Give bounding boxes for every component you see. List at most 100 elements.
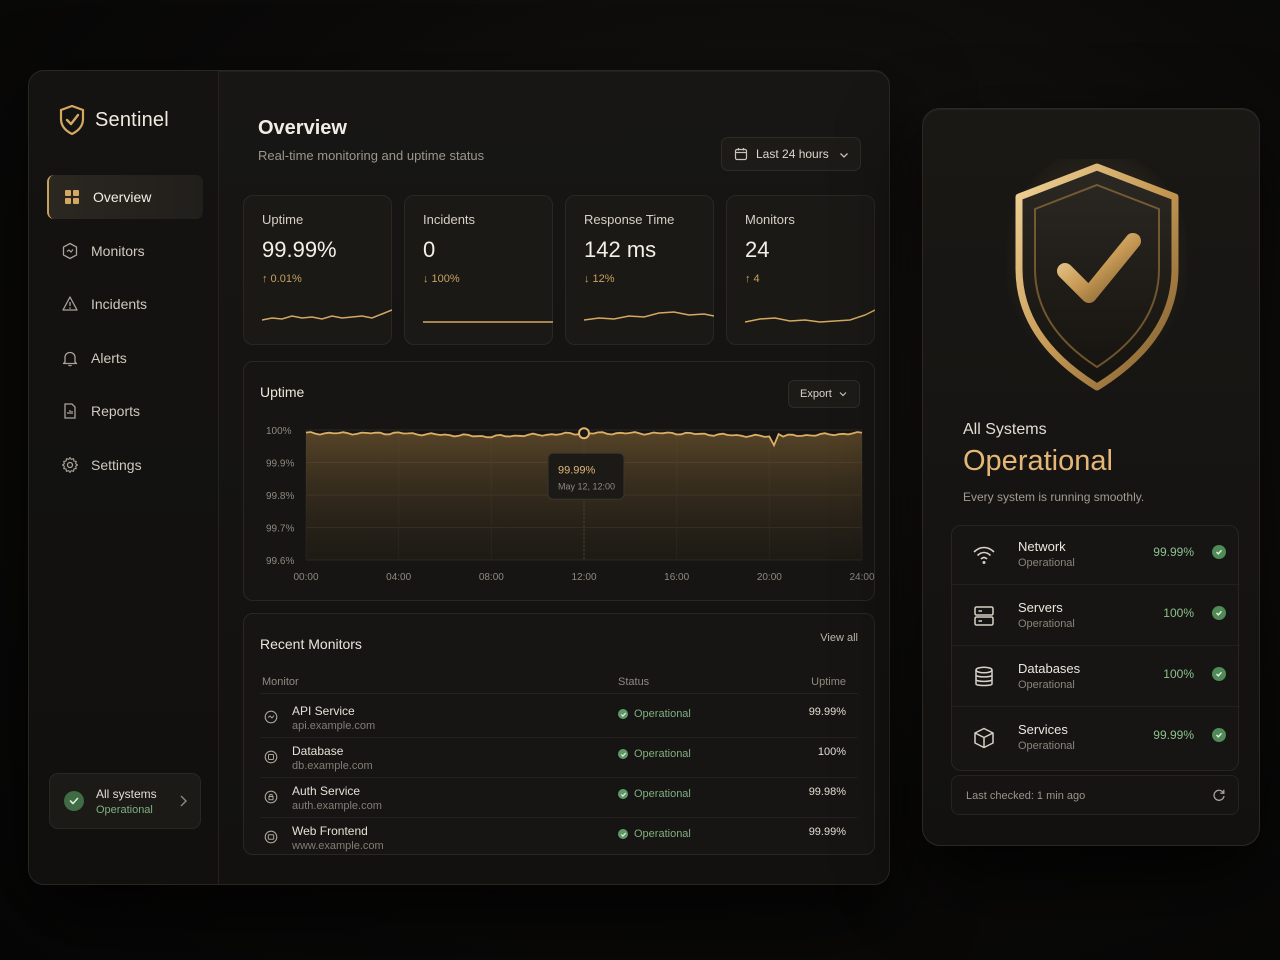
table-row[interactable]: Web Frontend www.example.com Operational… — [260, 818, 858, 858]
x-tick-label: 20:00 — [757, 572, 782, 583]
stat-delta: ↓ 12% — [584, 273, 615, 285]
stat-card-incidents[interactable]: Incidents 0 ↓ 100% — [404, 195, 553, 345]
service-uptime: 99.99% — [1153, 545, 1194, 559]
check-icon — [618, 829, 628, 839]
service-row-servers[interactable]: Servers Operational 100% — [952, 587, 1240, 646]
time-range-select[interactable]: Last 24 hours — [721, 137, 861, 171]
page-title: Overview — [258, 117, 347, 139]
service-name: Network — [1018, 539, 1066, 554]
check-icon — [1212, 667, 1226, 681]
sidebar-item-label: Overview — [93, 189, 152, 205]
check-icon — [1212, 606, 1226, 620]
y-tick-label: 100% — [266, 426, 292, 437]
stat-value: 142 ms — [584, 237, 657, 262]
service-name: Services — [1018, 722, 1068, 737]
y-tick-label: 99.7% — [266, 524, 294, 535]
sidebar-item-monitors[interactable]: Monitors — [47, 229, 203, 273]
uptime-value: 99.99% — [808, 706, 846, 718]
chart-tooltip: 99.99% May 12, 12:00 — [547, 452, 625, 500]
column-header-monitor[interactable]: Monitor — [262, 676, 299, 688]
time-range-label: Last 24 hours — [756, 147, 829, 161]
service-row-network[interactable]: Network Operational 99.99% — [952, 526, 1240, 585]
check-icon — [1212, 728, 1226, 742]
column-header-status[interactable]: Status — [618, 676, 649, 688]
database-icon — [264, 750, 278, 764]
highlight-point[interactable] — [578, 427, 590, 440]
table-row[interactable]: Database db.example.com Operational 100% — [260, 738, 858, 778]
uptime-chart[interactable]: 100% 99.9% 99.8% 99.7% 99.6% 00:00 04:00 08:00 1… — [244, 362, 876, 602]
x-tick-label: 24:00 — [849, 572, 874, 583]
stat-value: 0 — [423, 237, 436, 262]
sidebar-item-label: Incidents — [91, 296, 148, 312]
sidebar-item-incidents[interactable]: Incidents — [47, 282, 203, 326]
systems-subtitle: Every system is running smoothly. — [963, 490, 1145, 504]
table-row[interactable]: Auth Service auth.example.com Operationa… — [260, 778, 858, 818]
stat-label: Response Time — [584, 212, 675, 227]
table-row[interactable]: API Service api.example.com Operational … — [260, 698, 858, 738]
monitor-host: www.example.com — [292, 840, 384, 852]
status-text: Operational — [634, 828, 691, 840]
sidebar-item-settings[interactable]: Settings — [47, 443, 203, 487]
check-icon — [618, 709, 628, 719]
sparkline — [584, 311, 714, 321]
service-row-services[interactable]: Services Operational 99.99% — [952, 709, 1240, 768]
recent-monitors-panel: Recent Monitors View all Monitor Status … — [243, 613, 875, 855]
y-tick-label: 99.6% — [266, 556, 294, 567]
shield-check-icon — [1007, 159, 1187, 391]
check-circle-icon — [64, 791, 84, 811]
status-text: Operational — [634, 748, 691, 760]
stat-card-monitors[interactable]: Monitors 24 ↑ 4 — [726, 195, 875, 345]
brand[interactable]: Sentinel — [59, 105, 169, 135]
gear-icon — [61, 456, 79, 473]
services-list: Network Operational 99.99% Servers Opera… — [951, 525, 1240, 771]
system-status-card[interactable]: All systems Operational — [49, 773, 201, 829]
database-icon — [975, 666, 993, 687]
sidebar-item-alerts[interactable]: Alerts — [47, 336, 203, 380]
stat-card-response-time[interactable]: Response Time 142 ms ↓ 12% — [565, 195, 714, 345]
monitor-icon — [62, 242, 78, 259]
stat-card-uptime[interactable]: Uptime 99.99% ↑ 0.01% — [243, 195, 392, 345]
status-badge: Operational — [618, 708, 691, 720]
brand-name: Sentinel — [95, 108, 169, 131]
stat-delta: ↓ 100% — [423, 273, 460, 285]
service-status: Operational — [1018, 740, 1075, 752]
stat-value: 24 — [745, 237, 770, 262]
chevron-down-icon — [840, 153, 848, 158]
column-header-uptime[interactable]: Uptime — [811, 676, 846, 688]
sidebar: Sentinel Overview Monitors Incidents Ale… — [29, 71, 219, 884]
stat-delta: ↑ 0.01% — [262, 273, 302, 285]
sidebar-item-reports[interactable]: Reports — [47, 389, 203, 433]
sidebar-item-overview[interactable]: Overview — [47, 175, 203, 219]
service-uptime: 100% — [1163, 606, 1194, 620]
warning-icon — [62, 296, 78, 311]
status-text: Operational — [634, 788, 691, 800]
stats-row: Uptime 99.99% ↑ 0.01% Incidents 0 ↓ 100%… — [243, 195, 875, 345]
last-checked-text: Last checked: 1 min ago — [966, 790, 1086, 802]
service-status: Operational — [1018, 679, 1075, 691]
calendar-icon — [734, 148, 748, 161]
systems-label: All Systems — [963, 421, 1047, 438]
system-status-window: All Systems Operational Every system is … — [922, 108, 1260, 846]
x-tick-label: 16:00 — [664, 572, 689, 583]
shield-logo-icon — [59, 105, 85, 135]
systems-state: Operational — [963, 445, 1113, 477]
bell-icon — [62, 351, 78, 366]
check-icon — [1212, 545, 1226, 559]
service-uptime: 99.99% — [1153, 728, 1194, 742]
sidebar-item-label: Settings — [91, 456, 142, 473]
uptime-value: 100% — [817, 746, 846, 758]
status-badge: Operational — [618, 748, 691, 760]
check-icon — [618, 789, 628, 799]
sidebar-item-label: Alerts — [91, 349, 127, 366]
monitor-host: db.example.com — [292, 760, 373, 772]
stat-label: Monitors — [745, 212, 795, 227]
last-checked: Last checked: 1 min ago — [951, 775, 1239, 815]
sidebar-item-label: Reports — [91, 403, 141, 419]
refresh-icon[interactable] — [1212, 788, 1226, 802]
view-all-link[interactable]: View all — [820, 632, 858, 644]
uptime-value: 99.98% — [808, 786, 846, 798]
service-row-databases[interactable]: Databases Operational 100% — [952, 648, 1240, 707]
tooltip-time: May 12, 12:00 — [558, 481, 615, 491]
main-window: Sentinel Overview Monitors Incidents Ale… — [28, 70, 890, 885]
stat-label: Uptime — [262, 212, 304, 227]
